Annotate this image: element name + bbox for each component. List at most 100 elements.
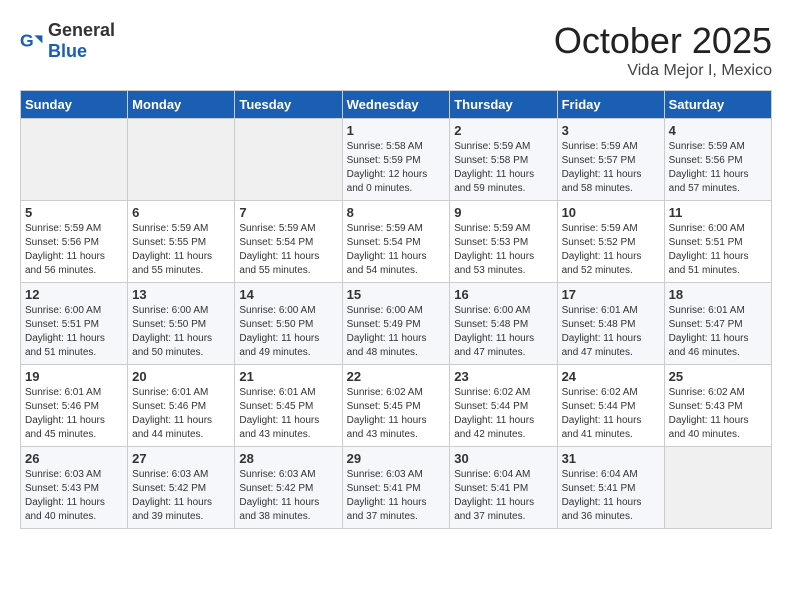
day-number: 30 [454, 451, 552, 466]
day-number: 19 [25, 369, 123, 384]
day-number: 4 [669, 123, 767, 138]
day-cell: 25Sunrise: 6:02 AMSunset: 5:43 PMDayligh… [664, 365, 771, 447]
day-number: 8 [347, 205, 446, 220]
day-info: Sunrise: 6:04 AMSunset: 5:41 PMDaylight:… [454, 468, 552, 524]
day-header-sunday: Sunday [21, 91, 128, 119]
day-cell: 28Sunrise: 6:03 AMSunset: 5:42 PMDayligh… [235, 447, 342, 529]
logo-icon: G [20, 29, 44, 53]
day-info: Sunrise: 6:00 AMSunset: 5:49 PMDaylight:… [347, 304, 446, 360]
day-info: Sunrise: 6:01 AMSunset: 5:48 PMDaylight:… [562, 304, 660, 360]
day-info: Sunrise: 6:02 AMSunset: 5:44 PMDaylight:… [562, 386, 660, 442]
day-cell: 2 Sunrise: 5:59 AMSunset: 5:58 PMDaylight… [450, 119, 557, 201]
location-title: Vida Mejor I, Mexico [554, 62, 772, 80]
day-number: 3 [562, 123, 660, 138]
day-number: 7 [239, 205, 337, 220]
logo-general-text: General [48, 20, 115, 40]
week-row-4: 19 Sunrise: 6:01 AMSunset: 5:46 PMDayligh… [21, 365, 772, 447]
day-cell: 11 Sunrise: 6:00 AMSunset: 5:51 PMDayligh… [664, 201, 771, 283]
day-cell: 6Sunrise: 5:59 AMSunset: 5:55 PMDaylight… [128, 201, 235, 283]
week-row-2: 5 Sunrise: 5:59 AMSunset: 5:56 PMDaylight… [21, 201, 772, 283]
day-info: Sunrise: 6:00 AMSunset: 5:50 PMDaylight:… [239, 304, 337, 360]
day-cell [235, 119, 342, 201]
day-info: Sunrise: 5:58 AMSunset: 5:59 PMDaylight:… [347, 140, 446, 196]
day-cell: 3 Sunrise: 5:59 AMSunset: 5:57 PMDaylight… [557, 119, 664, 201]
day-cell [128, 119, 235, 201]
day-cell: 19 Sunrise: 6:01 AMSunset: 5:46 PMDayligh… [21, 365, 128, 447]
day-number: 17 [562, 287, 660, 302]
day-info: Sunrise: 5:59 AMSunset: 5:56 PMDaylight:… [25, 222, 123, 278]
day-info: Sunrise: 6:02 AMSunset: 5:43 PMDaylight:… [669, 386, 767, 442]
day-number: 28 [239, 451, 337, 466]
day-cell: 29Sunrise: 6:03 AMSunset: 5:41 PMDayligh… [342, 447, 450, 529]
day-cell: 5 Sunrise: 5:59 AMSunset: 5:56 PMDaylight… [21, 201, 128, 283]
day-info: Sunrise: 6:04 AMSunset: 5:41 PMDaylight:… [562, 468, 660, 524]
day-header-monday: Monday [128, 91, 235, 119]
day-number: 16 [454, 287, 552, 302]
title-block: October 2025 Vida Mejor I, Mexico [554, 20, 772, 80]
day-number: 10 [562, 205, 660, 220]
week-row-5: 26 Sunrise: 6:03 AMSunset: 5:43 PMDayligh… [21, 447, 772, 529]
day-cell: 31Sunrise: 6:04 AMSunset: 5:41 PMDayligh… [557, 447, 664, 529]
day-number: 14 [239, 287, 337, 302]
month-title: October 2025 [554, 20, 772, 62]
day-info: Sunrise: 6:01 AMSunset: 5:46 PMDaylight:… [132, 386, 230, 442]
day-info: Sunrise: 6:00 AMSunset: 5:50 PMDaylight:… [132, 304, 230, 360]
day-header-thursday: Thursday [450, 91, 557, 119]
day-info: Sunrise: 6:00 AMSunset: 5:51 PMDaylight:… [25, 304, 123, 360]
day-number: 18 [669, 287, 767, 302]
day-cell: 30 Sunrise: 6:04 AMSunset: 5:41 PMDayligh… [450, 447, 557, 529]
day-number: 24 [562, 369, 660, 384]
day-info: Sunrise: 6:01 AMSunset: 5:46 PMDaylight:… [25, 386, 123, 442]
day-header-tuesday: Tuesday [235, 91, 342, 119]
day-cell: 14 Sunrise: 6:00 AMSunset: 5:50 PMDayligh… [235, 283, 342, 365]
day-info: Sunrise: 6:03 AMSunset: 5:41 PMDaylight:… [347, 468, 446, 524]
day-cell [21, 119, 128, 201]
day-cell: 27 Sunrise: 6:03 AMSunset: 5:42 PMDayligh… [128, 447, 235, 529]
day-cell: 20 Sunrise: 6:01 AMSunset: 5:46 PMDayligh… [128, 365, 235, 447]
day-info: Sunrise: 5:59 AMSunset: 5:53 PMDaylight:… [454, 222, 552, 278]
day-cell: 16Sunrise: 6:00 AMSunset: 5:48 PMDayligh… [450, 283, 557, 365]
day-cell: 12Sunrise: 6:00 AMSunset: 5:51 PMDayligh… [21, 283, 128, 365]
day-header-saturday: Saturday [664, 91, 771, 119]
day-number: 11 [669, 205, 767, 220]
day-number: 26 [25, 451, 123, 466]
day-number: 27 [132, 451, 230, 466]
day-info: Sunrise: 6:03 AMSunset: 5:43 PMDaylight:… [25, 468, 123, 524]
day-cell: 4 Sunrise: 5:59 AMSunset: 5:56 PMDaylight… [664, 119, 771, 201]
day-cell: 15 Sunrise: 6:00 AMSunset: 5:49 PMDayligh… [342, 283, 450, 365]
day-number: 6 [132, 205, 230, 220]
day-number: 2 [454, 123, 552, 138]
day-info: Sunrise: 5:59 AMSunset: 5:58 PMDaylight:… [454, 140, 552, 196]
day-info: Sunrise: 5:59 AMSunset: 5:52 PMDaylight:… [562, 222, 660, 278]
svg-text:G: G [20, 31, 34, 51]
day-info: Sunrise: 5:59 AMSunset: 5:57 PMDaylight:… [562, 140, 660, 196]
day-number: 23 [454, 369, 552, 384]
day-number: 20 [132, 369, 230, 384]
day-cell: 17 Sunrise: 6:01 AMSunset: 5:48 PMDayligh… [557, 283, 664, 365]
day-info: Sunrise: 5:59 AMSunset: 5:54 PMDaylight:… [347, 222, 446, 278]
logo-blue-text: Blue [48, 41, 87, 61]
day-info: Sunrise: 6:01 AMSunset: 5:47 PMDaylight:… [669, 304, 767, 360]
day-header-wednesday: Wednesday [342, 91, 450, 119]
logo: G General Blue [20, 20, 115, 62]
day-cell: 1Sunrise: 5:58 AMSunset: 5:59 PMDaylight… [342, 119, 450, 201]
calendar-header: SundayMondayTuesdayWednesdayThursdayFrid… [21, 91, 772, 119]
day-info: Sunrise: 5:59 AMSunset: 5:54 PMDaylight:… [239, 222, 337, 278]
header-row: SundayMondayTuesdayWednesdayThursdayFrid… [21, 91, 772, 119]
day-info: Sunrise: 6:03 AMSunset: 5:42 PMDaylight:… [132, 468, 230, 524]
week-row-3: 12Sunrise: 6:00 AMSunset: 5:51 PMDayligh… [21, 283, 772, 365]
day-cell: 18 Sunrise: 6:01 AMSunset: 5:47 PMDayligh… [664, 283, 771, 365]
day-info: Sunrise: 6:02 AMSunset: 5:44 PMDaylight:… [454, 386, 552, 442]
day-number: 5 [25, 205, 123, 220]
day-cell: 13 Sunrise: 6:00 AMSunset: 5:50 PMDayligh… [128, 283, 235, 365]
day-cell: 26 Sunrise: 6:03 AMSunset: 5:43 PMDayligh… [21, 447, 128, 529]
calendar-table: SundayMondayTuesdayWednesdayThursdayFrid… [20, 90, 772, 529]
day-info: Sunrise: 5:59 AMSunset: 5:56 PMDaylight:… [669, 140, 767, 196]
day-info: Sunrise: 6:02 AMSunset: 5:45 PMDaylight:… [347, 386, 446, 442]
day-cell: 21Sunrise: 6:01 AMSunset: 5:45 PMDayligh… [235, 365, 342, 447]
day-number: 13 [132, 287, 230, 302]
day-info: Sunrise: 6:00 AMSunset: 5:51 PMDaylight:… [669, 222, 767, 278]
day-cell: 22Sunrise: 6:02 AMSunset: 5:45 PMDayligh… [342, 365, 450, 447]
day-number: 15 [347, 287, 446, 302]
day-cell: 23 Sunrise: 6:02 AMSunset: 5:44 PMDayligh… [450, 365, 557, 447]
